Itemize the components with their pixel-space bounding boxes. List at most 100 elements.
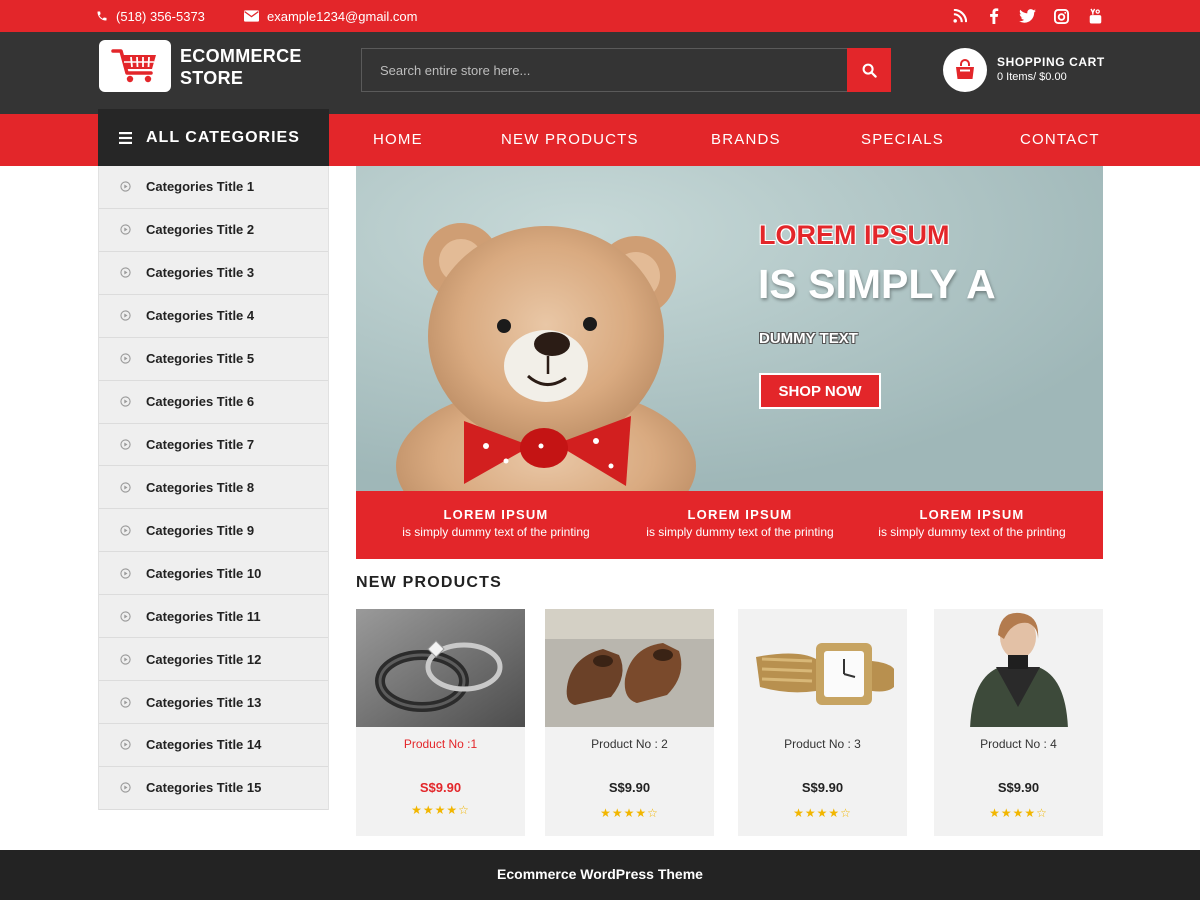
play-circle-icon xyxy=(120,353,131,364)
category-item[interactable]: Categories Title 14 xyxy=(99,724,328,767)
play-circle-icon xyxy=(120,267,131,278)
feature-subtitle: is simply dummy text of the printing xyxy=(878,525,1066,539)
play-circle-icon xyxy=(120,696,131,708)
feature-title: LOREM IPSUM xyxy=(443,507,549,522)
shopping-bag-icon xyxy=(956,59,974,79)
nav-specials[interactable]: SPECIALS xyxy=(861,114,944,166)
category-item[interactable]: Categories Title 10 xyxy=(99,552,328,596)
category-label: Categories Title 7 xyxy=(146,436,255,452)
product-price: S$9.90 xyxy=(419,780,462,795)
search-button[interactable] xyxy=(847,48,891,92)
youtube-icon[interactable] xyxy=(1087,8,1104,25)
rating-stars: ★★★★☆ xyxy=(411,803,470,817)
feature-subtitle: is simply dummy text of the printing xyxy=(402,525,590,539)
product-card-1[interactable]: Product No :1 S$9.90 ★★★★☆ xyxy=(356,609,525,836)
nav-contact[interactable]: CONTACT xyxy=(1020,114,1100,166)
product-image-jacket[interactable] xyxy=(934,609,1103,727)
phone-contact[interactable]: (518) 356-5373 xyxy=(96,0,205,32)
product-price: S$9.90 xyxy=(801,780,844,795)
social-links xyxy=(951,0,1104,32)
category-item[interactable]: Categories Title 5 xyxy=(99,338,328,381)
rating-stars: ★★★★☆ xyxy=(600,806,659,820)
play-circle-icon xyxy=(120,310,131,321)
site-footer: Ecommerce WordPress Theme xyxy=(0,850,1200,900)
category-label: Categories Title 4 xyxy=(146,308,255,324)
cart-summary[interactable]: 0 Items/ $0.00 xyxy=(997,71,1067,83)
category-item[interactable]: Categories Title 11 xyxy=(99,595,328,639)
feature-strip: LOREM IPSUM is simply dummy text of the … xyxy=(356,491,1103,559)
product-name[interactable]: Product No : 3 xyxy=(738,737,907,751)
twitter-icon[interactable] xyxy=(1019,8,1036,25)
cart-button[interactable] xyxy=(943,48,987,92)
rating-stars: ★★★★☆ xyxy=(989,806,1048,820)
email-text: example1234@gmail.com xyxy=(267,8,418,24)
category-item[interactable]: Categories Title 13 xyxy=(99,681,328,724)
instagram-icon[interactable] xyxy=(1053,8,1070,25)
play-circle-icon xyxy=(120,525,131,536)
product-price: S$9.90 xyxy=(997,780,1040,795)
facebook-icon[interactable] xyxy=(985,8,1002,25)
product-image-shoes[interactable] xyxy=(545,609,714,727)
nav-new-products[interactable]: NEW PRODUCTS xyxy=(501,114,639,166)
feature-title: LOREM IPSUM xyxy=(687,507,793,522)
category-label: Categories Title 3 xyxy=(146,265,255,281)
category-item[interactable]: Categories Title 8 xyxy=(99,466,328,510)
product-card-4[interactable]: Product No : 4 S$9.90 ★★★★☆ xyxy=(934,609,1103,836)
logo-text[interactable]: ECOMMERCE STORE xyxy=(180,45,302,89)
category-label: Categories Title 11 xyxy=(146,608,261,624)
hero-subtext: DUMMY TEXT xyxy=(759,330,858,347)
play-circle-icon xyxy=(120,181,131,193)
feature-title: LOREM IPSUM xyxy=(919,507,1025,522)
logo[interactable] xyxy=(99,40,171,92)
category-label: Categories Title 1 xyxy=(146,179,255,195)
nav-home[interactable]: HOME xyxy=(373,114,423,166)
search-input[interactable] xyxy=(361,48,848,92)
hero-headline-1: LOREM IPSUM xyxy=(759,220,950,250)
product-card-2[interactable]: Product No : 2 S$9.90 ★★★★☆ xyxy=(545,609,714,836)
product-name[interactable]: Product No : 4 xyxy=(934,737,1103,751)
feature-subtitle: is simply dummy text of the printing xyxy=(646,525,834,539)
category-item[interactable]: Categories Title 2 xyxy=(99,209,328,252)
rss-icon[interactable] xyxy=(951,8,968,25)
nav-brands[interactable]: BRANDS xyxy=(711,114,781,166)
play-circle-icon xyxy=(120,739,131,751)
play-circle-icon xyxy=(120,224,131,236)
category-item[interactable]: Categories Title 1 xyxy=(99,166,328,209)
feature-item: LOREM IPSUM is simply dummy text of the … xyxy=(856,507,1088,539)
category-item[interactable]: Categories Title 15 xyxy=(99,767,328,810)
category-item[interactable]: Categories Title 12 xyxy=(99,638,328,682)
category-sidebar: Categories Title 1 Categories Title 2 Cate… xyxy=(98,166,329,810)
category-label: Categories Title 14 xyxy=(146,737,262,753)
play-circle-icon xyxy=(120,482,131,493)
phone-icon xyxy=(97,11,107,21)
product-card-3[interactable]: Product No : 3 S$9.90 ★★★★☆ xyxy=(738,609,907,836)
product-name[interactable]: Product No :1 xyxy=(356,737,525,751)
category-label: Categories Title 9 xyxy=(146,522,255,538)
hero-banner: LOREM IPSUM IS SIMPLY A DUMMY TEXT SHOP … xyxy=(356,166,1103,491)
site-header: ECOMMERCE STORE SHOPPING CART 0 Items/ $… xyxy=(0,32,1200,114)
feature-item: LOREM IPSUM is simply dummy text of the … xyxy=(380,507,612,539)
top-bar: (518) 356-5373 example1234@gmail.com xyxy=(0,0,1200,32)
all-categories-button[interactable]: ALL CATEGORIES xyxy=(98,109,329,166)
envelope-icon xyxy=(244,10,259,22)
category-item[interactable]: Categories Title 6 xyxy=(99,381,328,424)
category-label: Categories Title 6 xyxy=(146,394,255,410)
teddy-bear-image xyxy=(356,166,1103,491)
category-item[interactable]: Categories Title 4 xyxy=(99,295,328,338)
category-label: Categories Title 10 xyxy=(146,565,262,581)
phone-text: (518) 356-5373 xyxy=(116,8,205,24)
hamburger-menu-icon xyxy=(119,131,132,144)
category-label: Categories Title 8 xyxy=(146,479,255,495)
hero-headline-2: IS SIMPLY A xyxy=(758,261,996,307)
category-item[interactable]: Categories Title 9 xyxy=(99,509,328,553)
shop-now-button[interactable]: SHOP NOW xyxy=(759,373,881,409)
product-image-watch[interactable] xyxy=(738,609,907,727)
logo-line-1: ECOMMERCE xyxy=(180,46,302,66)
product-name[interactable]: Product No : 2 xyxy=(545,737,714,751)
cart-title[interactable]: SHOPPING CART xyxy=(997,55,1105,69)
product-image-ring[interactable] xyxy=(356,609,525,727)
email-contact[interactable]: example1234@gmail.com xyxy=(244,0,418,32)
category-item[interactable]: Categories Title 3 xyxy=(99,252,328,295)
category-item[interactable]: Categories Title 7 xyxy=(99,424,328,467)
category-label: Categories Title 15 xyxy=(146,780,262,796)
